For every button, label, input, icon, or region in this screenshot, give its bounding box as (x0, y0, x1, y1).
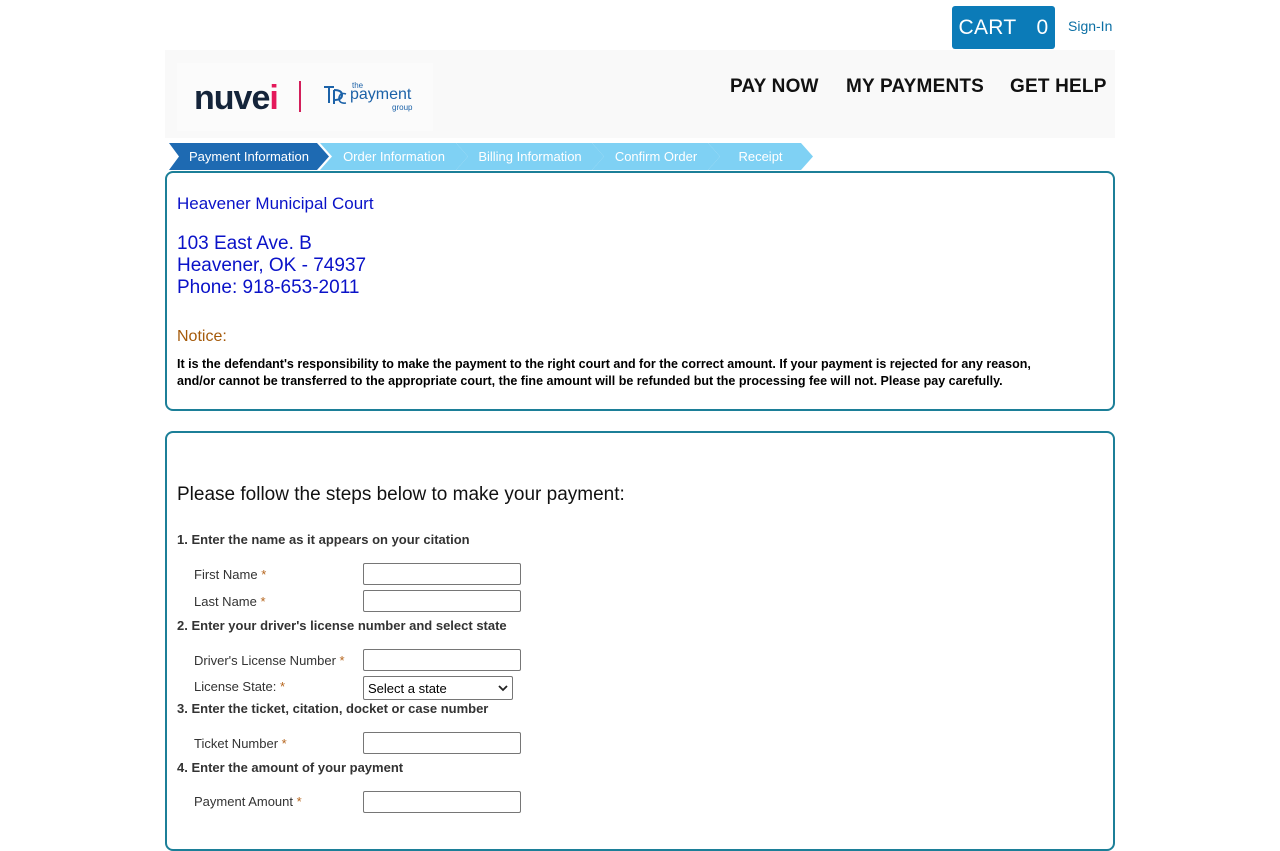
payment-amount-label: Payment Amount * (194, 794, 302, 809)
cart-label: CART (958, 15, 1017, 39)
court-name: Heavener Municipal Court (177, 194, 374, 213)
form-step4-heading: 4. Enter the amount of your payment (177, 760, 404, 775)
step-payment-information: Payment Information (169, 143, 329, 170)
form-step1-heading: 1. Enter the name as it appears on your … (177, 532, 470, 547)
form-step3-heading: 3. Enter the ticket, citation, docket or… (177, 701, 489, 716)
last-name-label: Last Name * (194, 594, 266, 609)
court-phone: Phone: 918-653-2011 (177, 277, 360, 298)
nav-my-payments[interactable]: MY PAYMENTS (846, 76, 984, 98)
first-name-label: First Name * (194, 567, 267, 582)
license-state-value: Select a state (368, 680, 447, 696)
first-name-input[interactable] (363, 563, 521, 585)
signin-link[interactable]: Sign-In (1068, 18, 1112, 34)
court-address-line2: Heavener, OK - 74937 (177, 255, 367, 276)
step-order-information: Order Information (320, 143, 468, 170)
form-step2-heading: 2. Enter your driver's license number an… (177, 618, 507, 633)
step-billing-information: Billing Information (456, 143, 604, 170)
nav-pay-now[interactable]: PAY NOW (730, 76, 819, 98)
court-address-line1: 103 East Ave. B (177, 233, 312, 254)
notice-text: It is the defendant's responsibility to … (177, 357, 1031, 388)
notice-label: Notice: (177, 328, 227, 345)
license-state-select[interactable]: Select a state (363, 676, 513, 700)
form-instructions: Please follow the steps below to make yo… (177, 484, 625, 505)
nav-get-help[interactable]: GET HELP (1010, 76, 1107, 98)
last-name-input[interactable] (363, 590, 521, 612)
logo-divider (299, 81, 301, 112)
chevron-down-icon (498, 685, 508, 692)
tpg-group-text: group (392, 103, 413, 112)
step-receipt: Receipt (708, 143, 813, 170)
license-number-label: Driver's License Number * (194, 653, 345, 668)
license-number-input[interactable] (363, 649, 521, 671)
progress-steps: Payment Information Order Information Bi… (169, 143, 829, 171)
ticket-number-label: Ticket Number * (194, 736, 287, 751)
cart-button[interactable]: CART 0 (952, 6, 1055, 49)
license-state-label: License State: * (194, 679, 286, 694)
payment-amount-input[interactable] (363, 791, 521, 813)
nuvei-logo: nuvei (194, 79, 279, 117)
tpg-logo-icon (324, 86, 347, 104)
step-confirm-order: Confirm Order (592, 143, 720, 170)
tpg-payment-text: payment (350, 86, 412, 103)
ticket-number-input[interactable] (363, 732, 521, 754)
cart-count: 0 (1036, 15, 1049, 39)
